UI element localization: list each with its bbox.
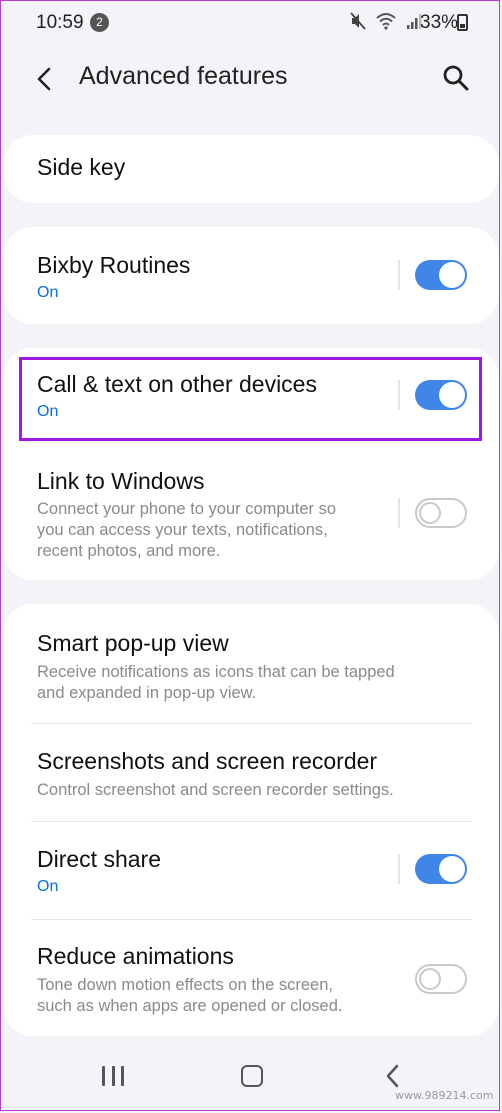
screenshots-title: Screenshots and screen recorder (37, 748, 378, 774)
battery-icon (457, 14, 468, 31)
desc-line: recent photos, and more. (37, 542, 221, 560)
row-side-key[interactable]: Side key (3, 135, 499, 203)
battery-percent: 33% (420, 12, 459, 33)
desc-line: and expanded in pop-up view. (37, 684, 257, 702)
bixby-title: Bixby Routines (37, 252, 191, 278)
desc-line: Control screenshot and screen recorder s… (37, 781, 394, 799)
mute-icon (350, 12, 366, 30)
reduce-animations-description: Tone down motion effects on the screen, … (37, 975, 407, 1017)
reduce-animations-toggle[interactable] (415, 964, 467, 994)
page-title: Advanced features (79, 62, 288, 90)
toggle-knob (439, 856, 465, 882)
smart-popup-title: Smart pop-up view (37, 630, 229, 656)
status-icons (350, 12, 422, 30)
link-windows-title: Link to Windows (37, 468, 205, 494)
bixby-status: On (37, 284, 59, 301)
desc-line: such as when apps are opened or closed. (37, 997, 343, 1015)
reduce-animations-title: Reduce animations (37, 943, 234, 969)
row-screenshots[interactable]: Screenshots and screen recorder Control … (3, 724, 499, 820)
wifi-icon (376, 13, 396, 30)
side-key-title: Side key (37, 154, 126, 180)
card-bixby: Bixby Routines On (3, 227, 499, 324)
direct-share-toggle[interactable] (415, 854, 467, 884)
row-divider (398, 260, 400, 290)
toggle-knob (419, 502, 441, 524)
bixby-toggle[interactable] (415, 260, 467, 290)
status-bar: 10:59 2 33% (0, 0, 502, 48)
row-reduce-animations[interactable]: Reduce animations Tone down motion effec… (3, 920, 499, 1036)
back-arrow-icon[interactable] (30, 64, 60, 94)
nav-back-icon[interactable] (382, 1062, 404, 1090)
toggle-knob (419, 968, 441, 990)
row-bixby-routines[interactable]: Bixby Routines On (3, 227, 499, 324)
row-link-to-windows[interactable]: Link to Windows Connect your phone to yo… (3, 458, 499, 580)
recents-icon[interactable] (102, 1066, 124, 1086)
row-direct-share[interactable]: Direct share On (3, 822, 499, 918)
link-windows-description: Connect your phone to your computer so y… (37, 499, 407, 562)
navigation-bar: www.989214.com (0, 1040, 502, 1113)
app-bar: Advanced features (0, 50, 502, 106)
desc-line: Receive notifications as icons that can … (37, 663, 395, 681)
row-smart-popup[interactable]: Smart pop-up view Receive notifications … (3, 604, 499, 722)
desc-line: Tone down motion effects on the screen, (37, 976, 333, 994)
smart-popup-description: Receive notifications as icons that can … (37, 662, 457, 704)
home-icon[interactable] (241, 1065, 263, 1087)
highlight-box (19, 357, 482, 441)
watermark-text: www.989214.com (395, 1089, 494, 1102)
row-divider (398, 854, 400, 884)
desc-line: you can access your texts, notifications… (37, 521, 328, 539)
row-divider (398, 498, 400, 528)
search-icon[interactable] (440, 62, 472, 94)
direct-share-status: On (37, 878, 59, 895)
desc-line: Connect your phone to your computer so (37, 500, 337, 518)
screenshots-description: Control screenshot and screen recorder s… (37, 780, 467, 801)
toggle-knob (439, 262, 465, 288)
direct-share-title: Direct share (37, 846, 161, 872)
card-side-key: Side key (3, 135, 499, 203)
notification-count-badge: 2 (90, 13, 109, 32)
card-misc: Smart pop-up view Receive notifications … (3, 604, 499, 1036)
link-windows-toggle[interactable] (415, 498, 467, 528)
status-time: 10:59 (36, 12, 84, 33)
